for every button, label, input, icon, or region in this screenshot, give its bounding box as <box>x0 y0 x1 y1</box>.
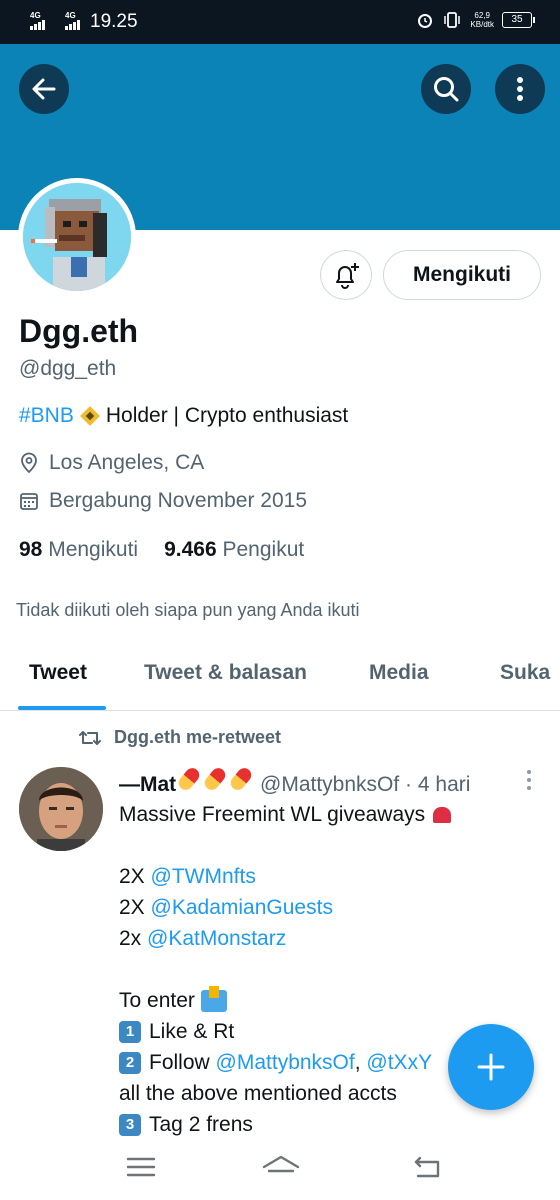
keycap-emoji-icon: 3 <box>119 1113 141 1136</box>
status-bar: 4G 4G 19.25 62,9 KB/dtk 35 <box>0 0 560 44</box>
tweet-line-text: 2X <box>119 865 145 888</box>
follow-stats: 98 Mengikuti 9.466 Pengikut <box>19 538 304 562</box>
mention-link[interactable]: @tXxY <box>366 1047 432 1078</box>
tweet-line-text: Tag 2 frens <box>149 1113 253 1136</box>
tweet-line: 3 Tag 2 frens <box>119 1109 539 1140</box>
joined-row: Bergabung November 2015 <box>19 489 307 513</box>
recent-apps-button[interactable] <box>126 1154 156 1185</box>
tweet-line: To enter <box>119 985 539 1016</box>
system-back-button[interactable] <box>412 1154 442 1187</box>
tweet-more-button[interactable] <box>525 769 533 796</box>
clock: 19.25 <box>90 11 138 32</box>
pixel-art-avatar <box>23 183 131 291</box>
signal-icon: 4G <box>30 11 45 30</box>
followers-stat[interactable]: 9.466 Pengikut <box>164 538 304 562</box>
tweet-line-text: Massive Freemint WL giveaways <box>119 803 426 826</box>
tweet-line: 2x @KatMonstarz <box>119 923 539 954</box>
back-button[interactable] <box>19 64 69 114</box>
notify-button[interactable] <box>320 250 372 300</box>
tab-tweet[interactable]: Tweet <box>29 661 87 685</box>
following-stat[interactable]: 98 Mengikuti <box>19 538 138 562</box>
back-icon <box>414 1156 440 1178</box>
following-label: Mengikuti <box>48 538 139 561</box>
followers-count: 9.466 <box>164 538 217 561</box>
signal-icon-2: 4G <box>65 11 80 30</box>
tweet-line-text: To enter <box>119 989 195 1012</box>
keycap-emoji-icon: 2 <box>119 1051 141 1074</box>
home-icon <box>262 1155 300 1173</box>
followers-label: Pengikut <box>222 538 305 561</box>
tweet-line: Massive Freemint WL giveaways <box>119 799 539 830</box>
location-pin-icon <box>21 452 37 474</box>
system-nav-bar <box>0 1140 560 1200</box>
plus-icon <box>477 1053 505 1081</box>
mention-link[interactable]: @TWMnfts <box>151 861 256 892</box>
tab-media[interactable]: Media <box>369 661 429 685</box>
active-tab-indicator <box>18 706 106 710</box>
bio-hashtag[interactable]: #BNB <box>19 404 74 428</box>
mention-link[interactable]: @KatMonstarz <box>147 923 286 954</box>
keycap-emoji-icon: 1 <box>119 1020 141 1043</box>
compose-tweet-button[interactable] <box>448 1024 534 1110</box>
retweet-icon <box>79 730 101 745</box>
author-photo <box>19 767 103 851</box>
more-vertical-icon <box>527 770 531 790</box>
tab-likes[interactable]: Suka <box>500 661 550 685</box>
bio-text: Holder | Crypto enthusiast <box>105 404 349 427</box>
mutual-followers-text: Tidak diikuti oleh siapa pun yang Anda i… <box>16 600 360 620</box>
location-text: Los Angeles, CA <box>49 451 205 474</box>
tweet-author-handle[interactable]: @MattybnksOf <box>260 773 399 796</box>
more-button[interactable] <box>495 64 545 114</box>
user-handle: @dgg_eth <box>19 357 117 380</box>
location-row: Los Angeles, CA <box>19 451 204 475</box>
tweet-line: 2X @KadamianGuests <box>119 892 539 923</box>
siren-emoji-icon <box>433 806 452 823</box>
profile-tabs: Tweet Tweet & balasan Media Suka <box>0 645 560 711</box>
profile-avatar[interactable] <box>18 178 136 296</box>
search-button[interactable] <box>421 64 471 114</box>
tweet-line: 2X @TWMnfts <box>119 861 539 892</box>
vibrate-icon <box>444 12 461 28</box>
network-speed: 62,9 KB/dtk <box>470 11 494 29</box>
arrow-left-icon <box>32 78 56 100</box>
tweet-header: —Mat @MattybnksOf · 4 hari <box>119 765 471 797</box>
menu-icon <box>126 1157 156 1177</box>
inbox-tray-emoji-icon <box>200 985 227 1012</box>
battery-level: 35 <box>511 14 523 25</box>
pill-emoji-icon <box>176 765 203 793</box>
following-count: 98 <box>19 538 43 561</box>
tweet-author-avatar[interactable] <box>19 767 103 851</box>
profile-bio: #BNB Holder | Crypto enthusiast <box>19 404 348 428</box>
joined-text: Bergabung November 2015 <box>49 489 308 512</box>
tweet-line-text: all the above mentioned accts <box>119 1082 397 1105</box>
speed-value: 62,9 <box>474 11 490 20</box>
tab-tweet-replies[interactable]: Tweet & balasan <box>144 661 307 685</box>
home-button[interactable] <box>261 1154 301 1187</box>
tweet-author-name[interactable]: —Mat <box>119 773 176 796</box>
retweet-label[interactable]: Dgg.eth me-retweet <box>114 727 281 748</box>
more-vertical-icon <box>517 77 523 101</box>
bnb-logo-icon <box>79 406 100 426</box>
tweet-line-text: Like & Rt <box>149 1020 235 1043</box>
tweet-line-text: 2x <box>119 927 142 950</box>
retweet-indicator: Dgg.eth me-retweet <box>78 727 281 748</box>
mention-link[interactable]: @KadamianGuests <box>151 892 333 923</box>
tweet-line-text: 2X <box>119 896 145 919</box>
bell-plus-icon <box>336 263 359 289</box>
pill-emoji-icon <box>228 765 255 793</box>
calendar-icon <box>20 493 38 510</box>
tweet-line-text: , <box>354 1051 361 1074</box>
network-type: 4G <box>30 11 41 20</box>
alarm-icon <box>418 14 433 28</box>
tweet-line-text: Follow <box>149 1051 210 1074</box>
mention-link[interactable]: @MattybnksOf <box>216 1047 355 1078</box>
pill-emoji-icon <box>202 765 229 793</box>
tweet-time: · 4 hari <box>405 773 471 796</box>
display-name: Dgg.eth <box>19 313 139 349</box>
speed-unit: KB/dtk <box>470 20 494 29</box>
network-type-2: 4G <box>65 11 76 20</box>
battery-icon: 35 <box>502 12 535 28</box>
following-button[interactable]: Mengikuti <box>383 250 541 300</box>
search-icon <box>434 77 459 102</box>
